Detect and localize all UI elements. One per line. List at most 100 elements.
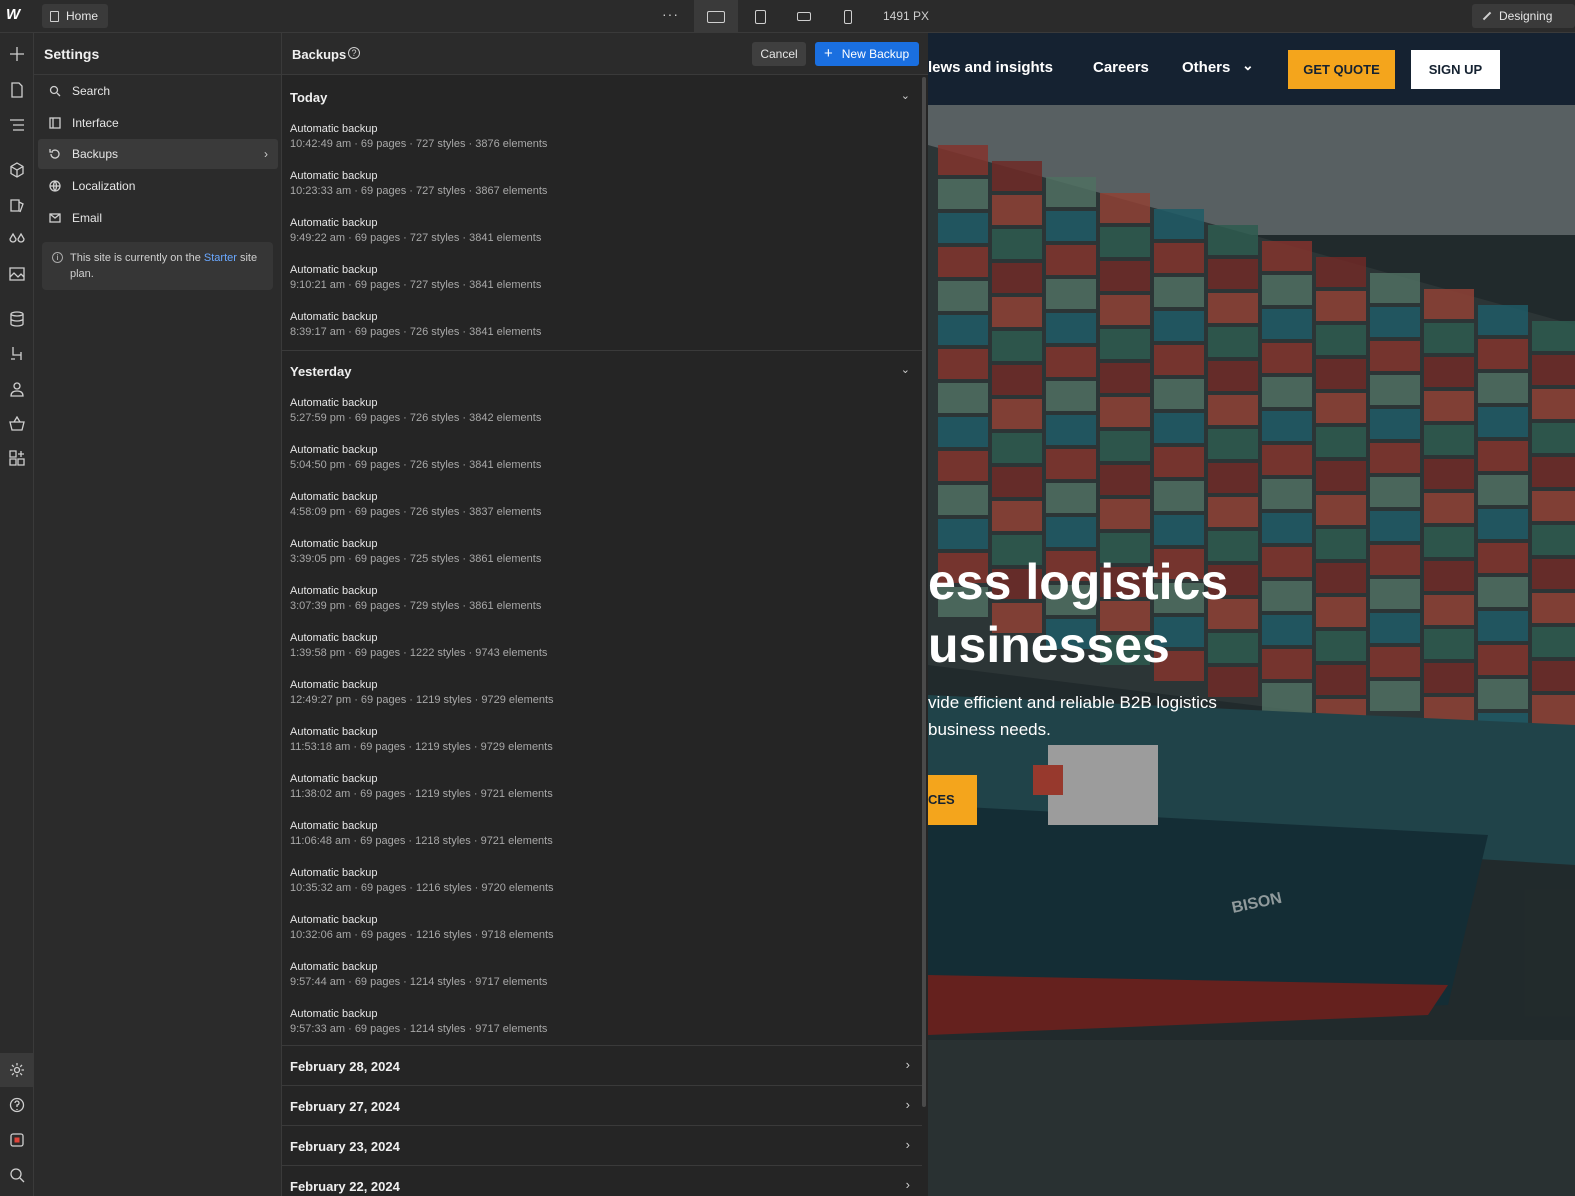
backup-meta: 10:32:06 am · 69 pages · 1216 styles · 9… — [290, 929, 554, 941]
backup-list-item[interactable]: Automatic backup 10:32:06 am · 69 pages ·… — [290, 913, 890, 953]
hero-title-line-1: ess logistics — [928, 554, 1229, 610]
mobile-landscape-breakpoint-button[interactable] — [782, 0, 826, 33]
settings-item-label: Search — [72, 84, 111, 98]
backup-list-item[interactable]: Automatic backup 3:07:39 pm · 69 pages · … — [290, 584, 890, 624]
backup-meta: 12:49:27 pm · 69 pages · 1219 styles · 9… — [290, 694, 554, 706]
assets-icon[interactable] — [8, 265, 26, 283]
backup-meta: 11:06:48 am · 69 pages · 1218 styles · 9… — [290, 835, 553, 847]
navigator-icon[interactable] — [8, 116, 26, 134]
add-icon[interactable] — [8, 45, 26, 63]
nav-link-careers[interactable]: Careers — [1093, 59, 1149, 76]
backup-title: Automatic backup — [290, 820, 378, 832]
backup-list-item[interactable]: Automatic backup 8:39:17 am · 69 pages · … — [290, 310, 890, 350]
backup-list-item[interactable]: Automatic backup 9:57:33 am · 69 pages · … — [290, 1007, 890, 1047]
backup-meta: 4:58:09 pm · 69 pages · 726 styles · 383… — [290, 506, 542, 518]
help-icon[interactable]: ? — [348, 47, 360, 59]
ecommerce-icon[interactable] — [8, 415, 26, 433]
backup-group-header[interactable]: Today ⌄ — [282, 77, 922, 117]
cancel-button[interactable]: Cancel — [752, 42, 806, 66]
record-icon[interactable] — [8, 1131, 26, 1149]
backup-meta: 9:57:44 am · 69 pages · 1214 styles · 97… — [290, 976, 548, 988]
apps-icon[interactable] — [8, 449, 26, 467]
backup-group-header[interactable]: February 27, 2024 › — [282, 1086, 922, 1126]
backup-list-item[interactable]: Automatic backup 3:39:05 pm · 69 pages · … — [290, 537, 890, 577]
get-quote-button[interactable]: GET QUOTE — [1288, 50, 1395, 89]
search-zoom-icon[interactable] — [8, 1166, 26, 1184]
desktop-breakpoint-button[interactable] — [694, 0, 738, 33]
backup-list-item[interactable]: Automatic backup 10:23:33 am · 69 pages ·… — [290, 169, 890, 209]
cms-icon[interactable] — [8, 310, 26, 328]
backup-list-item[interactable]: Automatic backup 11:06:48 am · 69 pages ·… — [290, 819, 890, 859]
settings-gear-icon[interactable] — [8, 1061, 26, 1079]
pages-icon[interactable] — [8, 81, 26, 99]
nav-link-news[interactable]: lews and insights — [928, 59, 1053, 76]
hero-subtitle-line-1: vide efficient and reliable B2B logistic… — [928, 693, 1217, 712]
hero-cta-button[interactable]: CES — [928, 775, 977, 825]
backup-list-item[interactable]: Automatic backup 4:58:09 pm · 69 pages · … — [290, 490, 890, 530]
sign-up-button[interactable]: SIGN UP — [1411, 50, 1500, 89]
backup-list-item[interactable]: Automatic backup 9:49:22 am · 69 pages · … — [290, 216, 890, 256]
style-selectors-icon[interactable] — [8, 196, 26, 214]
mobile-portrait-breakpoint-button[interactable] — [826, 0, 870, 33]
chevron-right-icon: › — [905, 1057, 910, 1072]
brush-icon — [1482, 11, 1492, 21]
backup-list-item[interactable]: Automatic backup 12:49:27 pm · 69 pages ·… — [290, 678, 890, 718]
backup-list-item[interactable]: Automatic backup 5:27:59 pm · 69 pages · … — [290, 396, 890, 436]
plus-icon: + — [824, 45, 833, 62]
backup-list-item[interactable]: Automatic backup 1:39:58 pm · 69 pages · … — [290, 631, 890, 671]
variables-icon[interactable] — [8, 231, 26, 249]
settings-item-search[interactable]: Search — [38, 76, 278, 106]
components-icon[interactable] — [8, 161, 26, 179]
scrollbar[interactable] — [922, 77, 926, 1107]
backup-list-item[interactable]: Automatic backup 10:42:49 am · 69 pages ·… — [290, 122, 890, 162]
backup-meta: 9:57:33 am · 69 pages · 1214 styles · 97… — [290, 1023, 548, 1035]
mode-switcher[interactable]: Designing — [1472, 4, 1575, 28]
backup-group-label: February 22, 2024 — [290, 1179, 400, 1194]
site-nav: lews and insights Careers Others ⌄ GET Q… — [928, 33, 1575, 105]
backup-group-header[interactable]: February 22, 2024 › — [282, 1166, 922, 1196]
backup-group-label: February 23, 2024 — [290, 1139, 400, 1154]
settings-item-email[interactable]: Email — [38, 203, 278, 233]
backup-title: Automatic backup — [290, 961, 378, 973]
settings-item-label: Backups — [72, 147, 119, 161]
logic-icon[interactable] — [8, 345, 26, 363]
backup-list-item[interactable]: Automatic backup 10:35:32 am · 69 pages ·… — [290, 866, 890, 906]
nav-link-others[interactable]: Others — [1182, 59, 1230, 76]
backup-meta: 1:39:58 pm · 69 pages · 1222 styles · 97… — [290, 647, 548, 659]
chevron-down-icon: ⌄ — [1242, 57, 1254, 73]
backup-group-header[interactable]: Yesterday ⌄ — [282, 351, 922, 391]
backup-title: Automatic backup — [290, 538, 378, 550]
starter-plan-link[interactable]: Starter — [204, 252, 237, 264]
backup-list-item[interactable]: Automatic backup 11:38:02 am · 69 pages ·… — [290, 772, 890, 812]
info-icon: i — [52, 252, 63, 263]
webflow-logo[interactable]: W — [6, 6, 28, 26]
backup-group-header[interactable]: February 23, 2024 › — [282, 1126, 922, 1166]
backup-title: Automatic backup — [290, 867, 378, 879]
backup-group-header[interactable]: February 28, 2024 › — [282, 1046, 922, 1086]
backup-meta: 8:39:17 am · 69 pages · 726 styles · 384… — [290, 326, 542, 338]
users-icon[interactable] — [8, 380, 26, 398]
backup-list-item[interactable]: Automatic backup 9:10:21 am · 69 pages · … — [290, 263, 890, 303]
backup-list-item[interactable]: Automatic backup 9:57:44 am · 69 pages · … — [290, 960, 890, 1000]
plan-text: This site is currently on the — [70, 252, 201, 264]
backup-title: Automatic backup — [290, 773, 378, 785]
more-options-button[interactable]: ··· — [662, 6, 679, 22]
settings-item-backups[interactable]: Backups › — [38, 139, 278, 169]
backup-list-item[interactable]: Automatic backup 11:53:18 am · 69 pages ·… — [290, 725, 890, 765]
settings-item-interface[interactable]: Interface — [38, 108, 278, 138]
backup-group-label: Today — [290, 90, 328, 105]
backup-title: Automatic backup — [290, 170, 378, 182]
backup-title: Automatic backup — [290, 397, 378, 409]
page-selector[interactable]: Home — [42, 4, 108, 28]
backups-icon — [48, 147, 62, 161]
canvas-preview[interactable]: BISON lews and insights Careers Others ⌄… — [928, 33, 1575, 1196]
tablet-breakpoint-button[interactable] — [738, 0, 782, 33]
backups-panel: Backups ? Cancel + New Backup Today ⌄ Auto… — [282, 33, 928, 1196]
backup-list-item[interactable]: Automatic backup 5:04:50 pm · 69 pages · … — [290, 443, 890, 483]
mobile-landscape-icon — [797, 12, 811, 21]
new-backup-button[interactable]: + New Backup — [815, 42, 919, 66]
top-toolbar: W Home ··· 1491 PX Designing — [0, 0, 1575, 33]
settings-item-localization[interactable]: Localization — [38, 171, 278, 201]
backup-meta: 10:42:49 am · 69 pages · 727 styles · 38… — [290, 138, 548, 150]
help-icon[interactable] — [8, 1096, 26, 1114]
